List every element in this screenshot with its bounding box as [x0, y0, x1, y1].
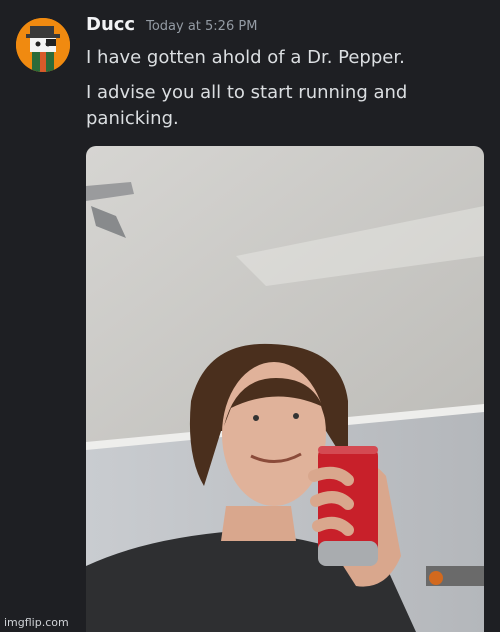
avatar-character-icon [16, 18, 70, 72]
avatar[interactable] [16, 18, 70, 72]
photo-person-holding-can [86, 146, 484, 632]
image-attachment[interactable] [86, 146, 484, 632]
message-text-line-2: I advise you all to start running and pa… [86, 82, 408, 129]
watermark: imgflip.com [4, 616, 69, 629]
message-text-line-1: I have gotten ahold of a Dr. Pepper. [86, 47, 405, 68]
timestamp[interactable]: Today at 5:26 PM [146, 19, 257, 34]
username[interactable]: Ducc [86, 14, 135, 35]
message-header: Ducc Today at 5:26 PM [86, 14, 257, 35]
